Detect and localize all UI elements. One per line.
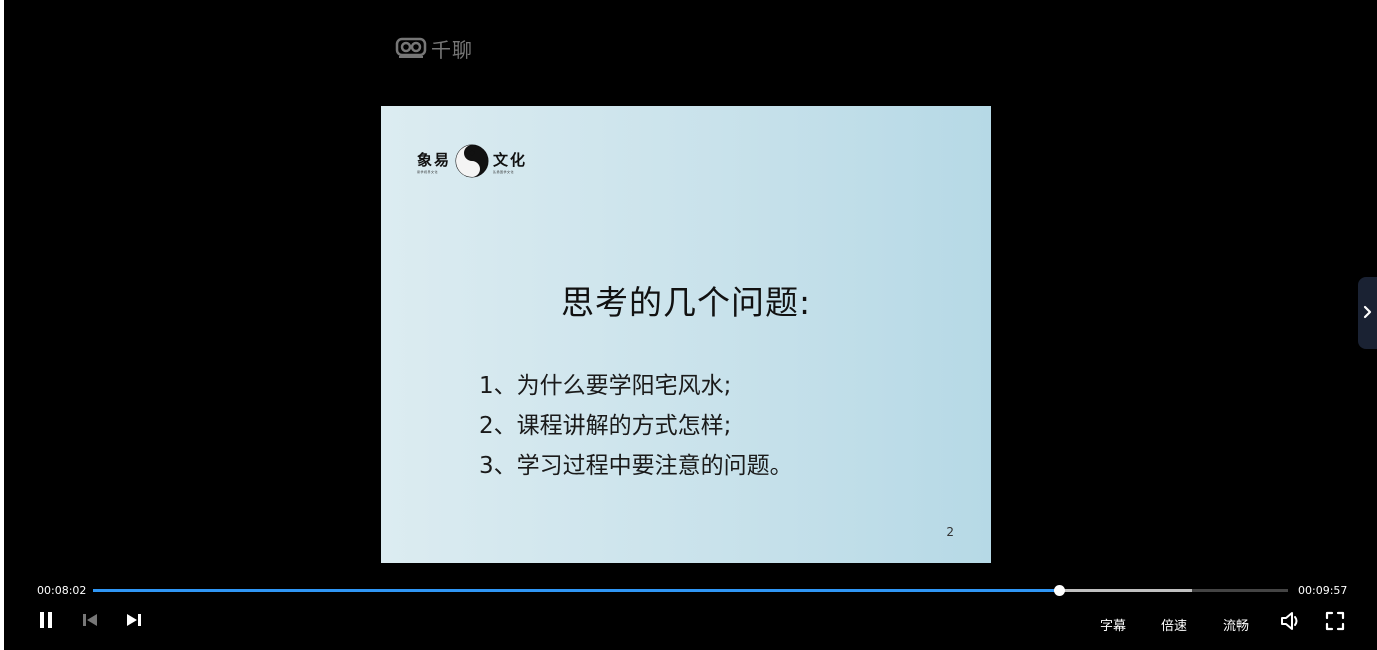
- video-camera-logo-icon: [395, 35, 427, 63]
- watermark: 千聊: [395, 34, 473, 63]
- previous-button[interactable]: [80, 612, 100, 632]
- fullscreen-icon: [1325, 611, 1345, 635]
- volume-button[interactable]: [1279, 612, 1303, 634]
- fullscreen-button[interactable]: [1323, 611, 1347, 635]
- video-player[interactable]: 千聊 象易 易学视界文化 文化 弘扬国学文化 思考的几个问题: 1、为什么要学阳…: [0, 0, 1377, 650]
- yin-yang-icon: [455, 144, 489, 182]
- total-time: 00:09:57: [1298, 584, 1348, 597]
- logo-right-sub: 弘扬国学文化: [493, 169, 515, 174]
- logo-left-sub: 易学视界文化: [417, 169, 439, 174]
- progress-played: [93, 589, 1059, 592]
- list-item: 3、学习过程中要注意的问题。: [479, 453, 793, 479]
- chevron-right-icon: [1363, 304, 1373, 323]
- pause-icon: [39, 611, 53, 633]
- slide-question-list: 1、为什么要学阳宅风水; 2、课程讲解的方式怎样; 3、学习过程中要注意的问题。: [479, 366, 793, 486]
- speed-button[interactable]: 倍速: [1161, 615, 1187, 634]
- side-panel-toggle-button[interactable]: [1358, 277, 1377, 349]
- slide-page-number: 2: [946, 525, 954, 539]
- logo-right-text: 文化: [493, 150, 528, 169]
- previous-icon: [82, 612, 98, 632]
- left-edge: [0, 0, 4, 650]
- quality-button[interactable]: 流畅: [1223, 615, 1249, 634]
- watermark-text: 千聊: [431, 38, 473, 62]
- current-time: 00:08:02: [37, 584, 87, 597]
- list-item: 1、为什么要学阳宅风水;: [479, 373, 732, 399]
- progress-handle[interactable]: [1053, 585, 1065, 596]
- next-button[interactable]: [124, 612, 144, 632]
- next-icon: [126, 612, 142, 632]
- progress-bar[interactable]: [93, 585, 1288, 596]
- logo-left-text: 象易: [417, 150, 452, 169]
- pause-button[interactable]: [36, 612, 56, 632]
- list-item: 2、课程讲解的方式怎样;: [479, 413, 732, 439]
- slide-logo: 象易 易学视界文化 文化 弘扬国学文化: [417, 144, 527, 182]
- subtitle-button[interactable]: 字幕: [1100, 615, 1126, 634]
- volume-icon: [1280, 611, 1302, 635]
- slide-title: 思考的几个问题:: [560, 283, 812, 322]
- presentation-slide: 象易 易学视界文化 文化 弘扬国学文化 思考的几个问题: 1、为什么要学阳宅风水…: [381, 106, 991, 563]
